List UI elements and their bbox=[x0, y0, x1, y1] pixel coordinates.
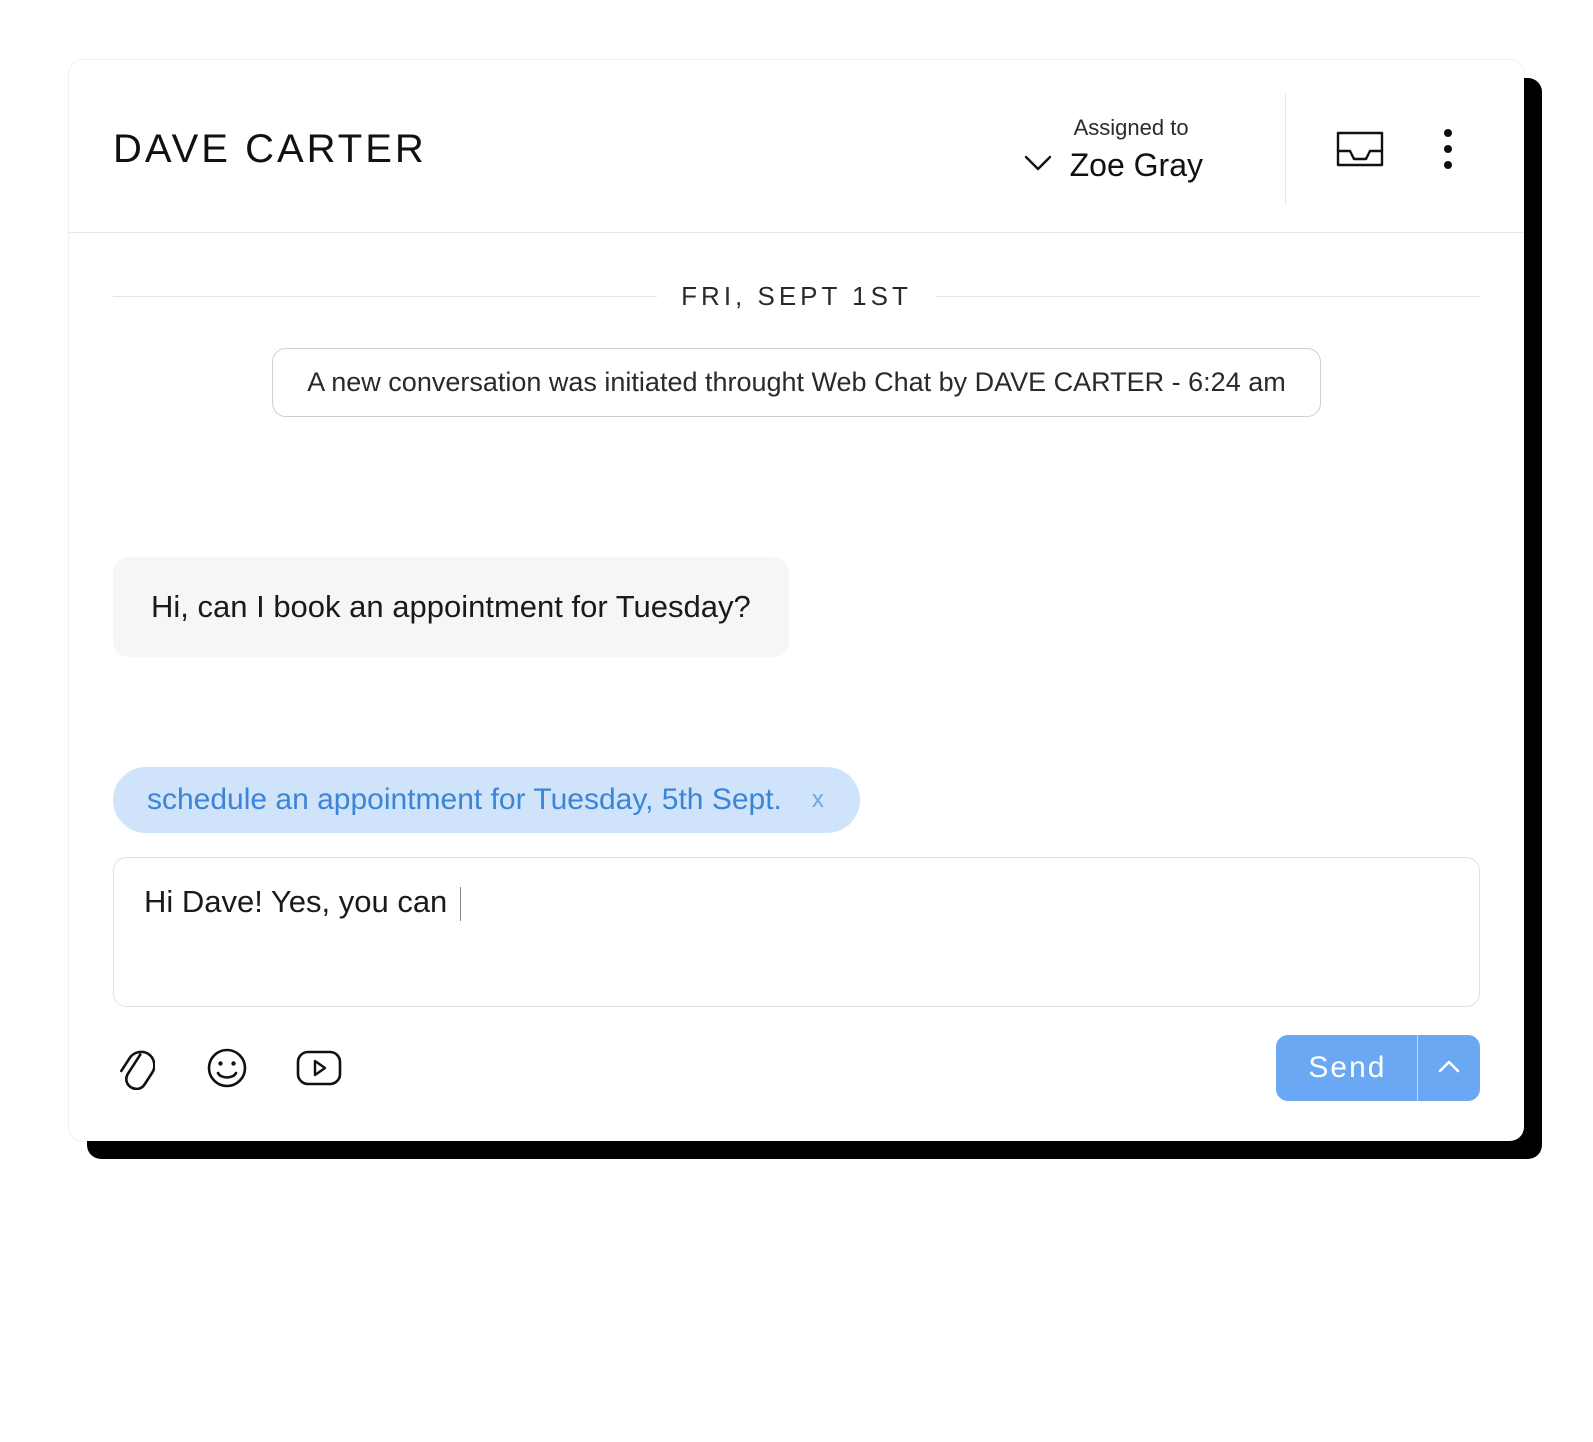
close-icon[interactable]: x bbox=[810, 786, 826, 814]
incoming-message-bubble: Hi, can I book an appointment for Tuesda… bbox=[113, 557, 789, 657]
system-notice-wrap: A new conversation was initiated through… bbox=[69, 312, 1524, 417]
conversation-card: DAVE CARTER Assigned to Zoe Gray bbox=[69, 60, 1524, 1141]
smile-icon bbox=[206, 1047, 248, 1089]
send-button[interactable]: Send bbox=[1276, 1035, 1480, 1101]
assigned-to-label: Assigned to bbox=[1024, 115, 1189, 141]
header-divider bbox=[1285, 94, 1286, 204]
assigned-to-dropdown[interactable]: Zoe Gray bbox=[1024, 147, 1203, 184]
chevron-down-icon bbox=[1024, 154, 1052, 177]
system-notice: A new conversation was initiated through… bbox=[272, 348, 1320, 417]
assigned-to-name: Zoe Gray bbox=[1070, 147, 1203, 184]
emoji-button[interactable] bbox=[205, 1046, 249, 1090]
conversation-header: DAVE CARTER Assigned to Zoe Gray bbox=[69, 60, 1524, 233]
more-vertical-icon bbox=[1442, 127, 1454, 171]
video-play-icon bbox=[295, 1049, 343, 1087]
text-caret bbox=[460, 887, 462, 921]
suggestion-text: schedule an appointment for Tuesday, 5th… bbox=[147, 783, 782, 817]
date-divider: FRI, SEPT 1ST bbox=[113, 233, 1480, 312]
attachment-button[interactable] bbox=[113, 1046, 157, 1090]
contact-name: DAVE CARTER bbox=[113, 127, 427, 172]
video-button[interactable] bbox=[297, 1046, 341, 1090]
assigned-to-block: Assigned to Zoe Gray bbox=[1024, 115, 1243, 184]
suggestion-row: schedule an appointment for Tuesday, 5th… bbox=[69, 657, 1524, 833]
inbox-icon bbox=[1334, 129, 1386, 169]
messages-area: Hi, can I book an appointment for Tuesda… bbox=[69, 417, 1524, 657]
date-label: FRI, SEPT 1ST bbox=[657, 281, 936, 312]
suggestion-chip[interactable]: schedule an appointment for Tuesday, 5th… bbox=[113, 767, 860, 833]
divider-line bbox=[113, 296, 657, 297]
chevron-up-icon bbox=[1438, 1059, 1460, 1078]
composer-toolbar: Send bbox=[69, 1007, 1524, 1141]
send-options-button[interactable] bbox=[1418, 1035, 1480, 1101]
composer-wrap: Hi Dave! Yes, you can bbox=[69, 833, 1524, 1007]
send-label: Send bbox=[1276, 1035, 1416, 1101]
divider-line bbox=[936, 296, 1480, 297]
inbox-button[interactable] bbox=[1328, 117, 1392, 181]
more-options-button[interactable] bbox=[1416, 117, 1480, 181]
paperclip-icon bbox=[115, 1046, 155, 1090]
message-composer[interactable]: Hi Dave! Yes, you can bbox=[113, 857, 1480, 1007]
composer-draft-text: Hi Dave! Yes, you can bbox=[144, 884, 456, 919]
